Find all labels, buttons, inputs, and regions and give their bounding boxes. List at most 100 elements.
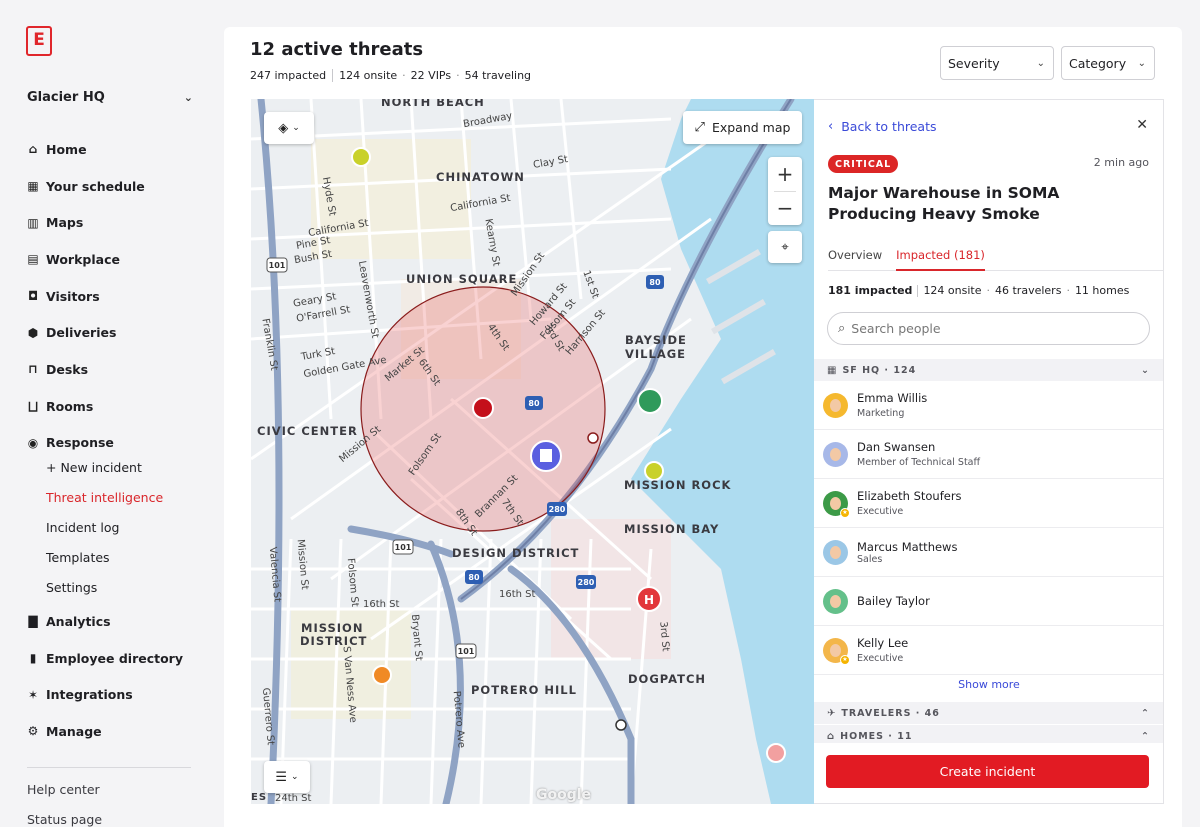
dot-separator: ·	[402, 69, 406, 82]
chevron-left-icon: ‹	[828, 119, 834, 134]
chevron-down-icon: ⌄	[291, 772, 299, 782]
sidebar-item-label: Response	[46, 435, 114, 451]
subnav-templates[interactable]: Templates	[46, 542, 163, 572]
label-district: DISTRICT	[300, 634, 368, 648]
layers-icon: ◈	[278, 120, 289, 136]
vip-star-icon: ★	[840, 654, 850, 665]
expand-map-button[interactable]: ⤢ Expand map	[683, 111, 802, 144]
person-row[interactable]: ★ Kelly Lee Executive	[814, 626, 1163, 675]
sidebar-divider	[27, 767, 191, 768]
svg-text:80: 80	[649, 278, 661, 287]
sidebar-item-analytics[interactable]: ▇ Analytics	[26, 603, 196, 640]
severity-filter-label: Severity	[948, 55, 1000, 71]
svg-text:80: 80	[528, 399, 540, 408]
group-header-hq[interactable]: ▦ SF HQ · 124 ⌄	[814, 359, 1163, 381]
list-view-button[interactable]: ☰ ⌄	[264, 761, 310, 793]
expand-icon: ⤢	[694, 120, 705, 135]
broadcast-icon: ◉	[27, 435, 39, 450]
threat-title: Major Warehouse in SOMA Producing Heavy …	[828, 184, 1060, 223]
label-civic-center: CIVIC CENTER	[257, 424, 358, 438]
impact-summary: 181 impacted 124 onsite · 46 travelers ·…	[828, 284, 1129, 297]
close-icon[interactable]: ✕	[1136, 117, 1148, 133]
hwy-101-a: 101	[269, 261, 286, 270]
zoom-out-button[interactable]: −	[768, 191, 802, 225]
sidebar-item-label: Home	[46, 141, 87, 157]
show-more-link[interactable]: Show more	[814, 678, 1163, 691]
sidebar-item-visitors[interactable]: ◘ Visitors	[26, 278, 196, 315]
sidebar-item-maps[interactable]: ▥ Maps	[26, 204, 196, 241]
person-role: Sales	[857, 553, 883, 565]
org-name: Glacier HQ	[27, 90, 105, 105]
threat-summary: 247 impacted 124 onsite · 22 VIPs · 54 t…	[250, 69, 531, 82]
search-people: ⌕	[827, 312, 1150, 345]
person-role: Member of Technical Staff	[857, 457, 981, 468]
severity-filter[interactable]: Severity ⌄	[940, 46, 1054, 80]
gear-icon: ⚙	[27, 724, 39, 739]
sidebar-item-label: Maps	[46, 215, 84, 231]
brand-logo[interactable]: E	[26, 26, 52, 56]
panel-tabs: Overview Impacted (181)	[828, 240, 1163, 271]
sidebar-item-schedule[interactable]: ▦ Your schedule	[26, 168, 196, 205]
plane-icon: ✈	[827, 707, 837, 719]
street-label: 16th St	[499, 589, 536, 600]
subnav-settings[interactable]: Settings	[46, 572, 163, 602]
onsite-count: 124 onsite	[339, 69, 398, 82]
sidebar-item-rooms[interactable]: ⨆ Rooms	[26, 388, 196, 425]
separator	[332, 69, 334, 82]
avatar	[823, 588, 848, 614]
person-row[interactable]: Marcus Matthews Sales	[814, 528, 1163, 577]
org-switcher[interactable]: Glacier HQ ⌄	[27, 90, 193, 105]
search-input[interactable]	[851, 321, 1122, 336]
sidebar-item-desks[interactable]: ⊓ Desks	[26, 351, 196, 388]
person-row[interactable]: ★ Elizabeth Stoufers Executive	[814, 479, 1163, 528]
avatar	[823, 441, 848, 467]
avatar	[823, 392, 848, 418]
sofa-icon: ⨆	[28, 398, 38, 413]
person-row[interactable]: Dan Swansen Member of Technical Staff	[814, 430, 1163, 479]
zoom-control: + −	[768, 157, 802, 225]
person-role: Marketing	[857, 408, 905, 419]
subnav-new-incident[interactable]: + New incident	[46, 452, 163, 482]
visitor-icon: ◘	[27, 289, 39, 304]
label-design-district: DESIGN DISTRICT	[452, 546, 580, 560]
subnav-threat-intelligence[interactable]: Threat intelligence	[46, 482, 163, 512]
status-page-link[interactable]: Status page	[27, 812, 102, 827]
page-title: 12 active threats	[250, 39, 424, 60]
help-center-link[interactable]: Help center	[27, 782, 100, 797]
grid-icon: ▤	[27, 252, 39, 267]
chevron-up-icon: ⌃	[1141, 730, 1150, 742]
person-row[interactable]: Bailey Taylor	[814, 577, 1163, 626]
person-name: Emma Willis	[857, 391, 928, 405]
desk-icon: ⊓	[28, 362, 38, 377]
category-filter[interactable]: Category ⌄	[1061, 46, 1155, 80]
panel-footer: Create incident	[814, 743, 1163, 803]
avatar: ★	[823, 637, 850, 665]
zoom-in-button[interactable]: +	[768, 157, 802, 191]
back-to-threats-link[interactable]: ‹ Back to threats	[828, 119, 937, 134]
person-role: Executive	[857, 653, 904, 664]
recenter-button[interactable]: ⌖	[768, 231, 802, 263]
svg-text:280: 280	[578, 578, 595, 587]
sidebar-item-workplace[interactable]: ▤ Workplace	[26, 241, 196, 278]
person-row[interactable]: Emma Willis Marketing	[814, 381, 1163, 430]
tab-overview[interactable]: Overview	[828, 240, 882, 271]
create-incident-button[interactable]: Create incident	[826, 755, 1149, 788]
group-label: TRAVELERS · 46	[841, 707, 940, 719]
sidebar-item-integrations[interactable]: ✶ Integrations	[26, 676, 196, 713]
sidebar-item-label: Your schedule	[46, 178, 145, 194]
person-name: Bailey Taylor	[857, 594, 930, 608]
subnav-incident-log[interactable]: Incident log	[46, 512, 163, 542]
label-potrero-hill: POTRERO HILL	[471, 683, 577, 697]
homes-total: 11 homes	[1074, 284, 1130, 297]
sidebar-item-home[interactable]: ⌂ Home	[26, 131, 196, 168]
sidebar-item-label: Integrations	[46, 687, 133, 703]
threat-map[interactable]: H 101 101 101 80 80 80 280 280 NORTH BEA…	[251, 99, 814, 804]
map-icon: ▥	[27, 215, 39, 230]
dot-separator: ·	[1066, 284, 1070, 297]
group-header-travelers[interactable]: ✈ TRAVELERS · 46 ⌃	[814, 702, 1163, 724]
layers-button[interactable]: ◈ ⌄	[264, 112, 314, 144]
sidebar-item-manage[interactable]: ⚙ Manage	[26, 713, 196, 750]
sidebar-item-employee-directory[interactable]: ▮ Employee directory	[26, 640, 196, 677]
sidebar-item-deliveries[interactable]: ⬢ Deliveries	[26, 314, 196, 351]
tab-impacted[interactable]: Impacted (181)	[896, 240, 985, 271]
